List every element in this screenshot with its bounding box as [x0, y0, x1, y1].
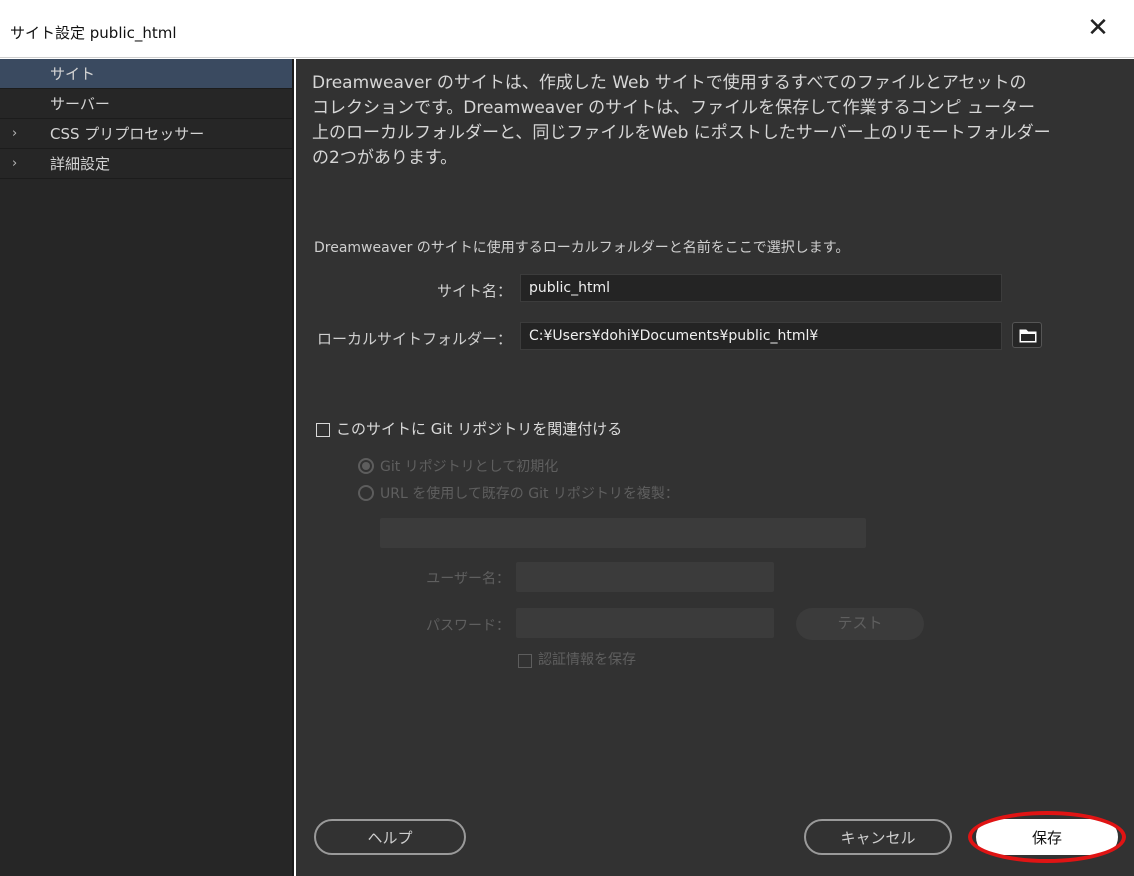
sidebar-item-label: 詳細設定	[50, 155, 111, 173]
username-label: ユーザー名：	[426, 571, 510, 587]
sidebar-item-css-preprocessor[interactable]: › CSS プリプロセッサー	[0, 119, 292, 149]
intro-line: 上のローカルフォルダーと、同じファイルをWeb にポストしたサーバー上のリモート…	[312, 123, 1051, 143]
site-name-field[interactable]: public_html	[520, 274, 1002, 302]
git-url-field[interactable]	[380, 518, 866, 548]
intro-text: Dreamweaver のサイトは、作成した Web サイトで使用するすべてのフ…	[312, 71, 1122, 171]
save-credentials-checkbox[interactable]	[518, 654, 532, 668]
site-name-label: サイト名：	[436, 282, 512, 300]
sidebar-item-label: サーバー	[50, 95, 110, 113]
chevron-right-icon[interactable]: ›	[12, 149, 17, 179]
intro-line: の2つがあります。	[312, 148, 458, 168]
username-field[interactable]	[516, 562, 774, 592]
sidebar: サイト サーバー › CSS プリプロセッサー › 詳細設定	[0, 59, 294, 876]
password-field[interactable]	[516, 608, 774, 638]
intro-line: Dreamweaver のサイトは、作成した Web サイトで使用するすべてのフ…	[312, 73, 1027, 93]
help-button[interactable]: ヘルプ	[314, 819, 466, 855]
radio-git-init[interactable]	[358, 458, 374, 474]
test-button[interactable]: テスト	[796, 608, 924, 640]
local-folder-field[interactable]: C:¥Users¥dohi¥Documents¥public_html¥	[520, 322, 1002, 350]
radio-git-clone-label: URL を使用して既存の Git リポジトリを複製：	[380, 486, 679, 502]
local-folder-label: ローカルサイトフォルダー：	[316, 330, 512, 348]
sidebar-item-server[interactable]: サーバー	[0, 89, 292, 119]
sidebar-item-label: サイト	[50, 65, 96, 83]
folder-icon[interactable]	[1012, 322, 1042, 348]
title-bar: サイト設定 public_html ✕	[0, 0, 1134, 58]
local-folder-description: Dreamweaver のサイトに使用するローカルフォルダーと名前をここで選択し…	[314, 240, 850, 256]
git-checkbox[interactable]	[316, 423, 330, 437]
git-checkbox-label: このサイトに Git リポジトリを関連付ける	[336, 420, 623, 438]
save-button[interactable]: 保存	[976, 819, 1118, 855]
password-label: パスワード：	[426, 618, 510, 634]
window-title: サイト設定 public_html	[10, 24, 177, 42]
cancel-button[interactable]: キャンセル	[804, 819, 952, 855]
sidebar-item-label: CSS プリプロセッサー	[50, 125, 205, 143]
chevron-right-icon[interactable]: ›	[12, 119, 17, 149]
sidebar-item-site[interactable]: サイト	[0, 59, 292, 89]
sidebar-item-advanced[interactable]: › 詳細設定	[0, 149, 292, 179]
close-icon[interactable]: ✕	[1084, 14, 1112, 42]
save-credentials-label: 認証情報を保存	[538, 652, 636, 668]
main-panel: Dreamweaver のサイトは、作成した Web サイトで使用するすべてのフ…	[296, 59, 1134, 876]
radio-git-clone[interactable]	[358, 485, 374, 501]
intro-line: コレクションです。Dreamweaver のサイトは、ファイルを保存して作業する…	[312, 98, 1036, 118]
radio-git-init-label: Git リポジトリとして初期化	[380, 459, 559, 475]
